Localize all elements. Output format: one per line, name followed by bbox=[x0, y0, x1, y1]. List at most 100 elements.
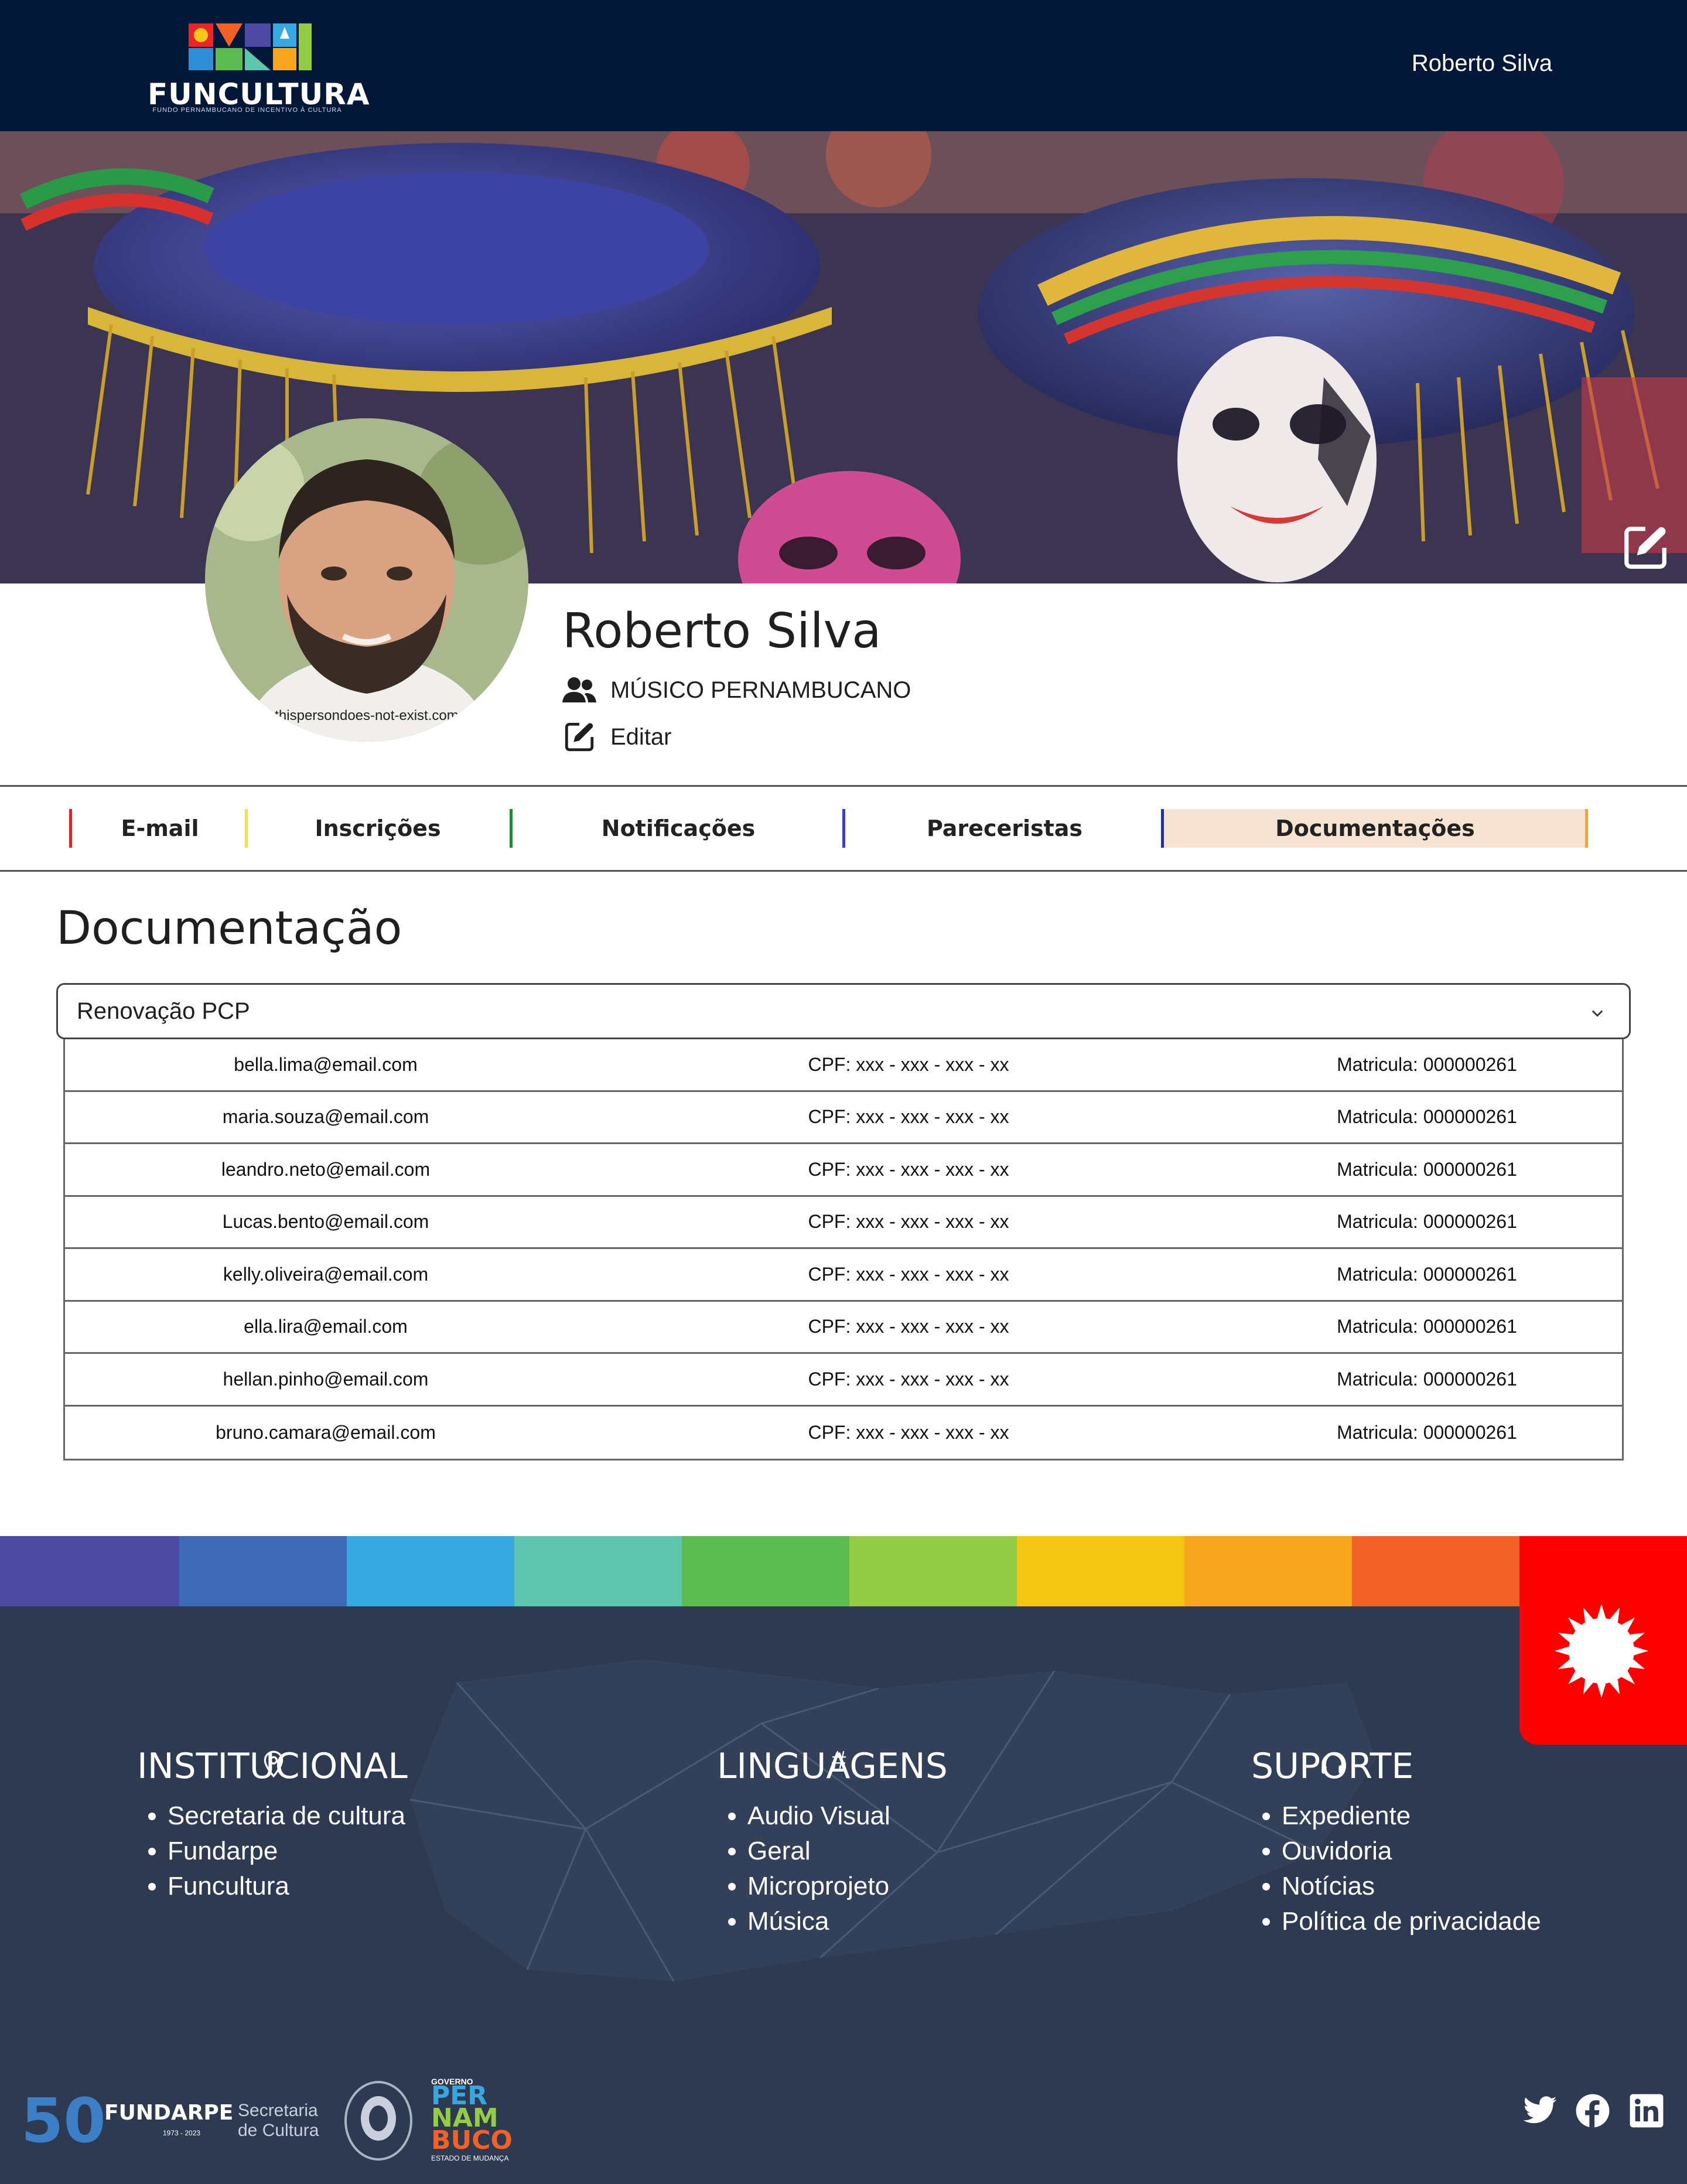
stripe bbox=[682, 1536, 849, 1606]
edit-profile-label: Editar bbox=[610, 724, 672, 750]
footer-link[interactable]: Política de privacidade bbox=[1282, 1904, 1541, 1939]
table-row[interactable]: maria.souza@email.com CPF: xxx - xxx - x… bbox=[65, 1092, 1622, 1144]
section-title: Documentação bbox=[56, 902, 402, 955]
twitter-icon[interactable] bbox=[1522, 2093, 1558, 2129]
table-row[interactable]: kelly.oliveira@email.com CPF: xxx - xxx … bbox=[65, 1249, 1622, 1302]
profile-role-text: MÚSICO PERNAMBUCANO bbox=[610, 677, 911, 703]
row-email: maria.souza@email.com bbox=[222, 1106, 429, 1128]
profile-photo: thispersondoes-not-exist.com bbox=[205, 418, 528, 742]
stripe bbox=[1017, 1536, 1184, 1606]
row-cpf: CPF: xxx - xxx - xxx - xx bbox=[808, 1106, 1009, 1128]
stripe bbox=[347, 1536, 514, 1606]
governo-pernambuco-logo[interactable]: GOVERNO PER NAM BUCO ESTADO DE MUDANÇA bbox=[431, 2077, 542, 2165]
footer-heading: SUPORTE bbox=[1251, 1746, 1414, 1787]
row-matricula: Matricula: 000000261 bbox=[1337, 1263, 1517, 1285]
fundarpe-number: 50 bbox=[21, 2085, 106, 2156]
row-email: bella.lima@email.com bbox=[234, 1053, 418, 1075]
secretaria-line-2: de Cultura bbox=[238, 2121, 319, 2140]
linkedin-icon[interactable] bbox=[1628, 2093, 1665, 2129]
documentation-table: bella.lima@email.com CPF: xxx - xxx - xx… bbox=[63, 1039, 1624, 1460]
footer-link[interactable]: Notícias bbox=[1282, 1869, 1541, 1904]
row-email: bruno.camara@email.com bbox=[216, 1421, 436, 1443]
color-stripes bbox=[0, 1536, 1687, 1606]
footer-linguagens: LINGUAGENS Audio Visual Geral Microproje… bbox=[717, 1746, 948, 1939]
footer-link[interactable]: Microprojeto bbox=[747, 1869, 948, 1904]
footer-link[interactable]: Fundarpe bbox=[168, 1834, 408, 1869]
facebook-icon[interactable] bbox=[1575, 2093, 1611, 2129]
tab-documentacoes[interactable]: Documentações bbox=[1164, 809, 1586, 848]
profile-role: MÚSICO PERNAMBUCANO bbox=[562, 674, 911, 707]
footer-heading: INSTITUCIONAL bbox=[137, 1746, 408, 1787]
header-user-name[interactable]: Roberto Silva bbox=[1412, 50, 1552, 77]
secretaria-cultura-logo[interactable]: Secretaria de Cultura bbox=[238, 2101, 326, 2141]
select-value: Renovação PCP bbox=[77, 998, 250, 1024]
footer-link[interactable]: Música bbox=[747, 1904, 948, 1939]
users-icon bbox=[562, 677, 596, 702]
row-matricula: Matricula: 000000261 bbox=[1337, 1368, 1517, 1390]
tab-email[interactable]: E-mail bbox=[72, 809, 248, 848]
state-coat-of-arms-icon bbox=[344, 2081, 412, 2161]
table-row[interactable]: ella.lira@email.com CPF: xxx - xxx - xxx… bbox=[65, 1302, 1622, 1354]
footer-link[interactable]: Funcultura bbox=[168, 1869, 408, 1904]
chevron-down-icon bbox=[1592, 1010, 1603, 1017]
fundarpe-years: 1973 - 2023 bbox=[163, 2129, 201, 2137]
stripe bbox=[1352, 1536, 1519, 1606]
footer-link[interactable]: Expediente bbox=[1282, 1799, 1541, 1834]
row-matricula: Matricula: 000000261 bbox=[1337, 1421, 1517, 1443]
row-email: leandro.neto@email.com bbox=[221, 1158, 431, 1180]
row-matricula: Matricula: 000000261 bbox=[1337, 1106, 1517, 1128]
stripe bbox=[179, 1536, 347, 1606]
documentation-type-select[interactable]: Renovação PCP bbox=[56, 983, 1631, 1039]
row-cpf: CPF: xxx - xxx - xxx - xx bbox=[808, 1316, 1009, 1337]
profile-name: Roberto Silva bbox=[562, 603, 882, 659]
footer-suporte: SUPORTE Expediente Ouvidoria Notícias Po… bbox=[1251, 1746, 1541, 1939]
funcultura-logo[interactable]: FUNCULTURA FUNDO PERNAMBUCANO DE INCENTI… bbox=[148, 21, 369, 121]
sun-icon bbox=[1555, 1604, 1648, 1698]
row-matricula: Matricula: 000000261 bbox=[1337, 1158, 1517, 1180]
row-cpf: CPF: xxx - xxx - xxx - xx bbox=[808, 1421, 1009, 1443]
fundarpe-logo[interactable]: 50 FUNDARPE 1973 - 2023 bbox=[21, 2085, 233, 2156]
pe-tagline: ESTADO DE MUDANÇA bbox=[431, 2154, 509, 2162]
row-matricula: Matricula: 000000261 bbox=[1337, 1053, 1517, 1075]
table-row[interactable]: leandro.neto@email.com CPF: xxx - xxx - … bbox=[65, 1144, 1622, 1197]
row-email: kelly.oliveira@email.com bbox=[223, 1263, 429, 1285]
stripe bbox=[1184, 1536, 1352, 1606]
footer-link[interactable]: Audio Visual bbox=[747, 1799, 948, 1834]
edit-cover-icon[interactable] bbox=[1620, 523, 1671, 573]
row-cpf: CPF: xxx - xxx - xxx - xx bbox=[808, 1368, 1009, 1390]
table-row[interactable]: hellan.pinho@email.com CPF: xxx - xxx - … bbox=[65, 1354, 1622, 1407]
pe-line-3: BUCO bbox=[431, 2125, 513, 2155]
row-email: ella.lira@email.com bbox=[244, 1316, 408, 1337]
footer-link[interactable]: Secretaria de cultura bbox=[168, 1799, 408, 1834]
row-cpf: CPF: xxx - xxx - xxx - xx bbox=[808, 1053, 1009, 1075]
row-cpf: CPF: xxx - xxx - xxx - xx bbox=[808, 1263, 1009, 1285]
funcultura-logo-mark bbox=[189, 23, 312, 70]
tab-notificacoes[interactable]: Notificações bbox=[513, 809, 844, 848]
row-cpf: CPF: xxx - xxx - xxx - xx bbox=[808, 1211, 1009, 1233]
tab-pareceristas[interactable]: Pareceristas bbox=[845, 809, 1164, 848]
fundarpe-name: FUNDARPE bbox=[104, 2101, 234, 2125]
footer-heading: LINGUAGENS bbox=[717, 1746, 948, 1787]
secretaria-line-1: Secretaria bbox=[238, 2101, 318, 2120]
footer-institucional: INSTITUCIONAL Secretaria de cultura Fund… bbox=[137, 1746, 408, 1904]
table-row[interactable]: bella.lima@email.com CPF: xxx - xxx - xx… bbox=[65, 1039, 1622, 1092]
profile-tabs: E-mail Inscrições Notificações Pareceris… bbox=[0, 785, 1687, 872]
profile-avatar[interactable]: thispersondoes-not-exist.com bbox=[205, 418, 528, 742]
row-matricula: Matricula: 000000261 bbox=[1337, 1316, 1517, 1337]
footer-link[interactable]: Ouvidoria bbox=[1282, 1834, 1541, 1869]
sun-badge bbox=[1519, 1536, 1687, 1745]
table-row[interactable]: bruno.camara@email.com CPF: xxx - xxx - … bbox=[65, 1407, 1622, 1459]
stripe bbox=[849, 1536, 1017, 1606]
stripe bbox=[514, 1536, 682, 1606]
tab-inscricoes[interactable]: Inscrições bbox=[248, 809, 508, 848]
edit-profile-link[interactable]: Editar bbox=[562, 718, 672, 756]
table-row[interactable]: Lucas.bento@email.com CPF: xxx - xxx - x… bbox=[65, 1197, 1622, 1249]
footer-link[interactable]: Geral bbox=[747, 1834, 948, 1869]
partner-logos: 50 FUNDARPE 1973 - 2023 Secretaria de Cu… bbox=[21, 2074, 542, 2168]
row-cpf: CPF: xxx - xxx - xxx - xx bbox=[808, 1158, 1009, 1180]
tab-documentacoes-end-marker bbox=[1585, 809, 1588, 848]
edit-icon bbox=[565, 722, 594, 752]
row-email: hellan.pinho@email.com bbox=[223, 1368, 429, 1390]
row-email: Lucas.bento@email.com bbox=[222, 1211, 429, 1233]
stripe bbox=[0, 1536, 179, 1606]
